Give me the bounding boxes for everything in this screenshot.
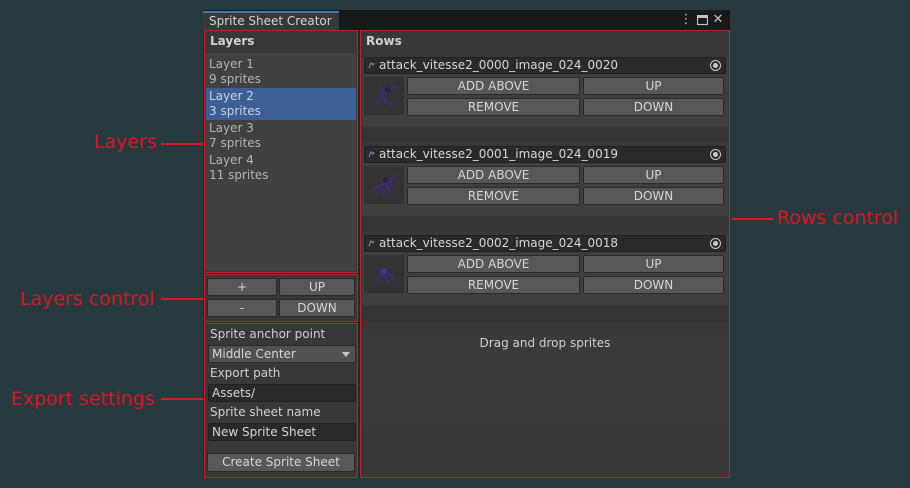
annotation-rows-control: Rows control [777,207,899,229]
sprite-drop-area[interactable]: Drag and drop sprites [362,331,728,425]
kebab-menu-icon[interactable]: ⋮ [679,11,693,29]
row-up-button[interactable]: UP [583,166,724,184]
row-separator [362,305,728,321]
annotation-export-settings: Export settings [11,388,156,410]
layer-name: Layer 3 [209,121,254,135]
object-picker-icon[interactable] [710,149,721,160]
layer-count: 7 sprites [209,136,261,150]
row-item: attack_vitesse2_0001_image_024_0019 ADD … [362,146,728,216]
layer-item[interactable]: Layer 3 7 sprites [206,120,356,152]
layer-item[interactable]: Layer 1 9 sprites [206,56,356,88]
row-sprite-field[interactable]: attack_vitesse2_0002_image_024_0018 [364,235,726,252]
row-down-button[interactable]: DOWN [583,276,724,294]
layer-count: 3 sprites [209,104,261,118]
row-down-button[interactable]: DOWN [583,98,724,116]
object-picker-icon[interactable] [710,60,721,71]
sprite-thumbnail [364,77,404,115]
annotation-layers-line [161,143,203,145]
annotation-export-settings-line [161,398,203,400]
anchor-value: Middle Center [212,347,296,361]
row-separator [362,127,728,143]
annotation-layers: Layers [94,131,157,153]
annotation-layers-control-line [161,298,203,300]
sprite-icon [368,62,375,69]
row-remove-button[interactable]: REMOVE [407,98,580,116]
window-tab[interactable]: Sprite Sheet Creator [203,11,339,30]
layer-count: 11 sprites [209,168,269,182]
row-sprite-name: attack_vitesse2_0000_image_024_0020 [379,58,619,72]
row-separator [362,216,728,232]
annotation-rows-control-line [732,218,774,220]
export-settings-panel: Sprite anchor point Middle Center Export… [204,323,358,478]
row-remove-button[interactable]: REMOVE [407,187,580,205]
anchor-label: Sprite anchor point [210,327,326,341]
object-picker-icon[interactable] [710,238,721,249]
layer-item-selected[interactable]: Layer 2 3 sprites [206,88,356,120]
add-layer-button[interactable]: + [207,278,277,296]
row-item: attack_vitesse2_0002_image_024_0018 ADD … [362,235,728,305]
dropdown-arrow-icon [342,352,350,357]
export-path-field[interactable]: Assets/ [208,384,356,402]
layer-name: Layer 1 [209,57,254,71]
layer-down-button[interactable]: DOWN [279,299,355,317]
sprite-icon [368,240,375,247]
sprite-sheet-name-field[interactable]: New Sprite Sheet [208,423,356,441]
row-item: attack_vitesse2_0000_image_024_0020 ADD … [362,57,728,127]
layer-item[interactable]: Layer 4 11 sprites [206,152,356,184]
sprite-sheet-creator-window: Sprite Sheet Creator ⋮ ✕ Layers Layer 1 … [203,10,730,478]
layer-count: 9 sprites [209,72,261,86]
layer-name: Layer 4 [209,153,254,167]
add-above-button[interactable]: ADD ABOVE [407,77,580,95]
row-down-button[interactable]: DOWN [583,187,724,205]
tab-bar: Sprite Sheet Creator ⋮ ✕ [203,10,730,30]
add-above-button[interactable]: ADD ABOVE [407,166,580,184]
anchor-dropdown[interactable]: Middle Center [208,345,356,363]
layer-up-button[interactable]: UP [279,278,355,296]
sprite-thumbnail [364,166,404,204]
row-up-button[interactable]: UP [583,255,724,273]
drop-hint: Drag and drop sprites [479,336,611,350]
row-sprite-field[interactable]: attack_vitesse2_0000_image_024_0020 [364,57,726,74]
create-sprite-sheet-button[interactable]: Create Sprite Sheet [207,453,355,472]
annotation-layers-control: Layers control [20,288,155,310]
row-up-button[interactable]: UP [583,77,724,95]
layers-panel: Layers Layer 1 9 sprites Layer 2 3 sprit… [204,30,358,273]
remove-layer-button[interactable]: - [207,299,277,317]
layer-name: Layer 2 [209,89,254,103]
row-sprite-name: attack_vitesse2_0002_image_024_0018 [379,236,619,250]
close-icon[interactable]: ✕ [711,11,725,29]
sprite-thumbnail [364,255,404,293]
rows-panel: Rows attack_vitesse2_0000_image_024_0020… [360,30,730,478]
row-remove-button[interactable]: REMOVE [407,276,580,294]
add-above-button[interactable]: ADD ABOVE [407,255,580,273]
row-sprite-field[interactable]: attack_vitesse2_0001_image_024_0019 [364,146,726,163]
rows-title: Rows [366,34,402,48]
export-path-label: Export path [210,366,281,380]
layers-control-panel: + UP - DOWN [204,274,358,322]
maximize-icon[interactable] [695,11,709,32]
sprite-icon [368,151,375,158]
layers-title: Layers [210,34,255,48]
row-sprite-name: attack_vitesse2_0001_image_024_0019 [379,147,619,161]
sprite-sheet-name-label: Sprite sheet name [210,405,321,419]
